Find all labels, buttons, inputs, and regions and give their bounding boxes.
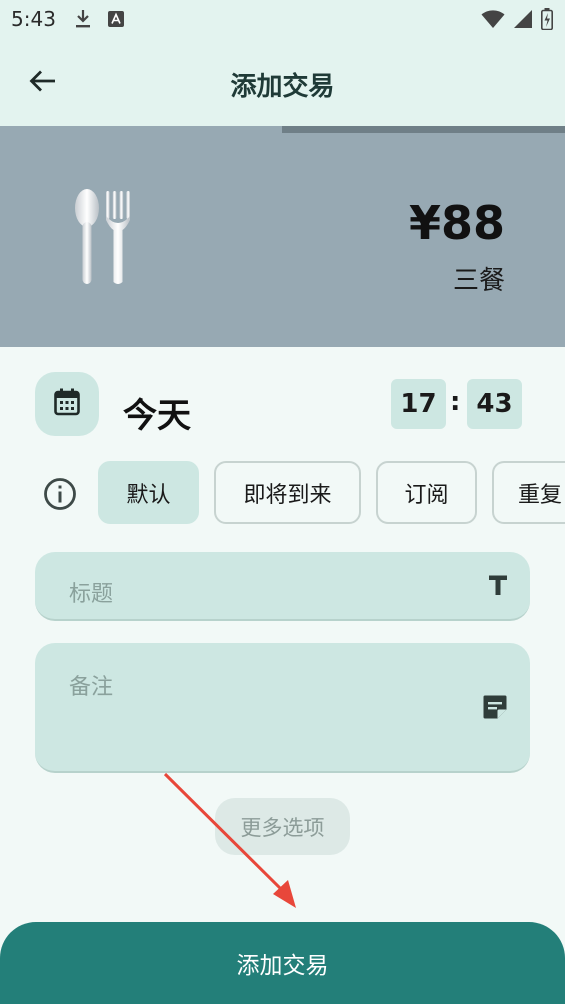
transaction-category: 三餐 xyxy=(452,266,505,296)
page-title: 添加交易 xyxy=(230,72,335,102)
chip-repeat[interactable]: 重复 xyxy=(492,461,565,524)
transaction-amount: ¥88 xyxy=(408,196,505,250)
a-text-icon xyxy=(107,11,124,27)
status-time: 5:43 xyxy=(11,7,56,31)
chip-upcoming[interactable]: 即将到来 xyxy=(214,461,361,524)
status-right-icons xyxy=(481,8,553,35)
date-picker-button[interactable] xyxy=(35,372,99,436)
calendar-icon xyxy=(54,388,80,420)
status-bar: 5:43 xyxy=(0,0,565,38)
minute-field[interactable]: 43 xyxy=(467,379,522,429)
notes-placeholder: 备注 xyxy=(69,675,114,700)
signal-icon xyxy=(513,9,533,34)
spoon-fork-icon xyxy=(70,188,134,290)
notes-field[interactable]: 备注 xyxy=(35,643,530,773)
time-separator: : xyxy=(450,387,461,417)
download-icon xyxy=(74,9,92,29)
note-icon xyxy=(482,694,508,720)
add-transaction-button[interactable]: 添加交易 xyxy=(0,922,565,1004)
app-bar: 添加交易 xyxy=(0,38,565,126)
text-format-icon xyxy=(488,574,508,596)
title-placeholder: 标题 xyxy=(69,582,114,607)
chip-default[interactable]: 默认 xyxy=(98,461,199,524)
chip-subscription[interactable]: 订阅 xyxy=(376,461,477,524)
battery-icon xyxy=(541,8,553,35)
info-icon[interactable] xyxy=(42,476,78,512)
title-field[interactable]: 标题 xyxy=(35,552,530,621)
wifi-icon xyxy=(481,9,505,34)
more-options-button[interactable]: 更多选项 xyxy=(215,798,350,855)
transaction-summary-panel[interactable]: ¥88 三餐 xyxy=(0,126,565,347)
date-label[interactable]: 今天 xyxy=(123,388,191,437)
hour-field[interactable]: 17 xyxy=(391,379,446,429)
progress-indicator xyxy=(282,126,565,133)
